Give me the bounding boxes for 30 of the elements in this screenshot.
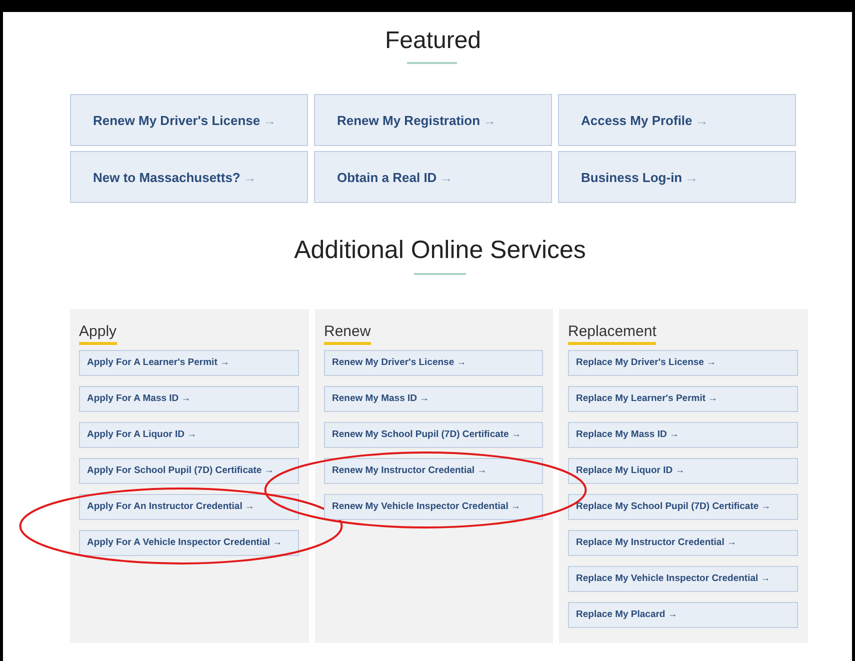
service-link[interactable]: Apply For School Pupil (7D) Certificate → xyxy=(79,458,299,484)
service-link[interactable]: Apply For A Vehicle Inspector Credential → xyxy=(79,530,299,556)
service-link[interactable]: Renew My Vehicle Inspector Credential → xyxy=(324,494,543,520)
service-link[interactable]: Apply For A Learner's Permit → xyxy=(79,350,299,376)
column-heading: Apply xyxy=(79,322,117,345)
featured-link[interactable]: Obtain a Real ID → xyxy=(314,151,552,204)
service-link[interactable]: Replace My Vehicle Inspector Credential → xyxy=(568,566,798,592)
section-title: Additional Online Services xyxy=(293,235,587,265)
service-link[interactable]: Renew My Instructor Credential → xyxy=(324,458,543,484)
service-link[interactable]: Replace My Liquor ID → xyxy=(568,458,798,484)
service-link[interactable]: Replace My Driver's License → xyxy=(568,350,798,376)
section-title: Featured xyxy=(384,26,482,54)
featured-link[interactable]: New to Massachusetts? → xyxy=(70,151,308,204)
service-link[interactable]: Apply For A Mass ID → xyxy=(79,386,299,412)
service-link[interactable]: Replace My Instructor Credential → xyxy=(568,530,798,556)
service-link[interactable]: Apply For A Liquor ID → xyxy=(79,422,299,448)
service-link[interactable]: Apply For An Instructor Credential → xyxy=(79,494,299,520)
service-link[interactable]: Replace My Learner's Permit → xyxy=(568,386,798,412)
featured-link[interactable]: Renew My Driver's License → xyxy=(70,94,308,146)
featured-link[interactable]: Renew My Registration → xyxy=(314,94,552,146)
service-link[interactable]: Renew My School Pupil (7D) Certificate → xyxy=(324,422,543,448)
service-link[interactable]: Replace My Mass ID → xyxy=(568,422,798,448)
featured-link[interactable]: Business Log-in → xyxy=(558,151,796,204)
service-link[interactable]: Replace My School Pupil (7D) Certificate → xyxy=(568,494,798,520)
service-link[interactable]: Replace My Placard → xyxy=(568,602,798,628)
service-link[interactable]: Renew My Driver's License → xyxy=(324,350,543,376)
column-heading: Replacement xyxy=(568,322,656,345)
column-heading: Renew xyxy=(324,322,371,345)
service-link[interactable]: Renew My Mass ID → xyxy=(324,386,543,412)
featured-link[interactable]: Access My Profile → xyxy=(558,94,796,146)
